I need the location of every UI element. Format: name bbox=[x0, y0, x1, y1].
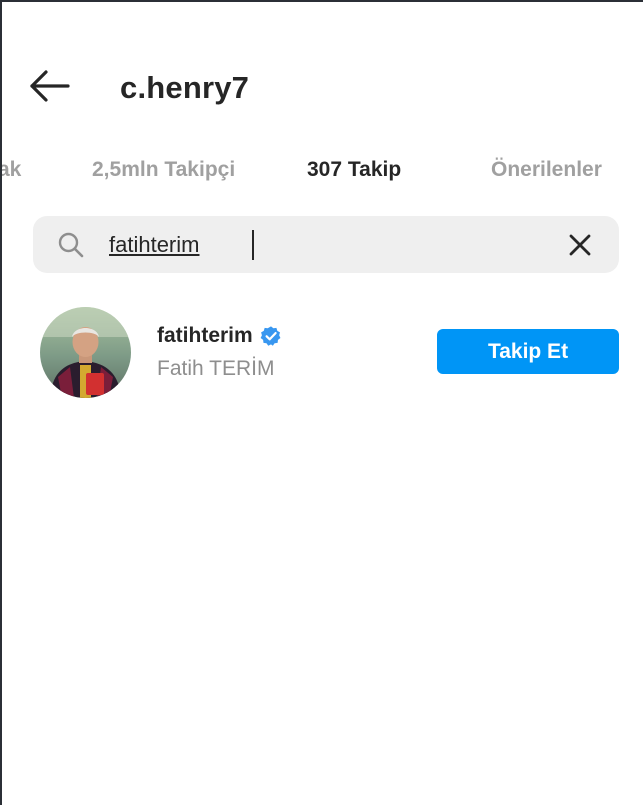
list-item[interactable]: fatihterim Fatih TERİM Takip Et bbox=[2, 302, 643, 402]
profile-photo bbox=[40, 307, 131, 398]
text-cursor bbox=[252, 230, 254, 260]
close-icon bbox=[569, 234, 591, 256]
back-button[interactable] bbox=[24, 66, 72, 106]
search-bar bbox=[33, 216, 619, 273]
avatar[interactable] bbox=[40, 307, 131, 398]
app-screen: c.henry7 ak 2,5mln Takipçi 307 Takip Öne… bbox=[2, 2, 643, 805]
username-group[interactable]: fatihterim bbox=[157, 324, 282, 348]
clear-search-button[interactable] bbox=[567, 232, 593, 258]
tab-previous[interactable]: ak bbox=[2, 158, 21, 182]
username[interactable]: fatihterim bbox=[157, 324, 253, 348]
tab-following[interactable]: 307 Takip bbox=[307, 158, 401, 182]
full-name: Fatih TERİM bbox=[157, 357, 275, 380]
verified-badge-icon bbox=[260, 326, 281, 346]
header: c.henry7 bbox=[2, 54, 643, 118]
tab-followers[interactable]: 2,5mln Takipçi bbox=[92, 158, 235, 182]
search-input[interactable] bbox=[109, 228, 549, 262]
page-title: c.henry7 bbox=[120, 70, 250, 105]
tab-suggested[interactable]: Önerilenler bbox=[491, 158, 602, 182]
arrow-left-icon bbox=[30, 70, 70, 102]
tab-bar: ak 2,5mln Takipçi 307 Takip Önerilenler bbox=[2, 152, 643, 192]
follow-button[interactable]: Takip Et bbox=[437, 329, 619, 374]
search-icon bbox=[58, 232, 84, 258]
